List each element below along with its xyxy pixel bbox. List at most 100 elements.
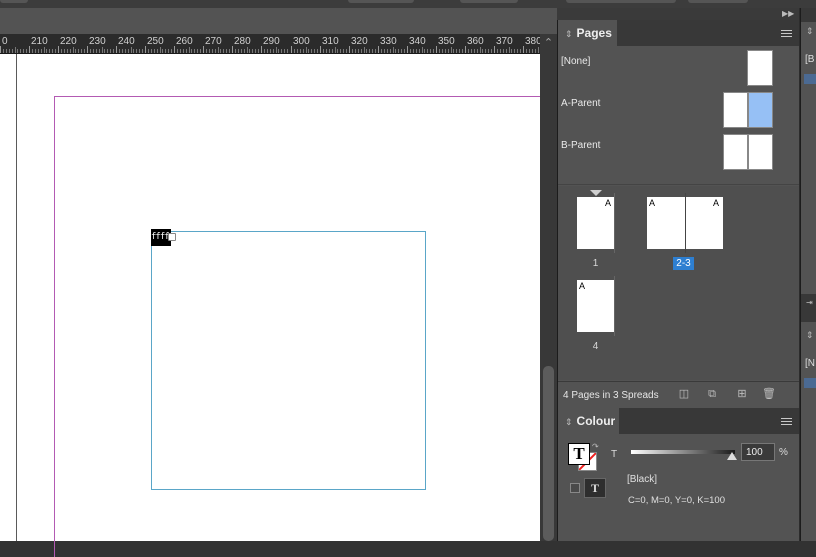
scrollbar-thumb[interactable] [543,366,554,541]
tint-label: T [611,449,618,460]
ruler-label: 260 [176,36,193,47]
parent-thumbnail-right[interactable] [748,92,773,128]
ruler-minor-tick [387,49,388,53]
panel-collapse-icon[interactable]: ⇕ [806,330,814,341]
ruler-minor-tick [165,49,166,53]
ruler-minor-tick [287,49,288,53]
ruler-minor-tick [514,49,515,53]
ruler-minor-tick [41,49,42,53]
ruler-minor-tick [154,49,155,53]
tab-pages[interactable]: ⇕ Pages [558,20,617,46]
ruler-minor-tick [471,49,472,53]
ruler-minor-tick [67,49,68,53]
ruler-major-tick [407,46,408,53]
tint-slider-track[interactable] [631,450,735,454]
create-new-page-icon[interactable]: ⊞ [734,387,750,401]
edit-page-size-icon[interactable]: ◫ [676,387,692,401]
parent-thumbnail-left[interactable] [723,134,748,170]
ruler-minor-tick [474,49,475,53]
toolbar-handle [566,0,676,3]
fill-text-swatch[interactable]: T [568,443,590,465]
colour-panel-title: Colour [576,414,616,428]
ruler-minor-tick [110,49,111,53]
ruler-minor-tick [529,49,530,53]
collapsed-panel[interactable] [801,322,816,541]
page-thumbnail-1[interactable]: A [577,197,614,249]
ruler-minor-tick [297,49,298,53]
horizontal-ruler[interactable]: 0 210 220 230 240 250 260 270 280 290 300 310 320 330… [0,34,540,54]
ruler-minor-tick [229,49,230,53]
panel-collapse-icon[interactable]: ⇕ [565,417,573,427]
ruler-minor-tick [162,49,163,53]
ruler-major-tick [261,46,262,53]
ruler-minor-tick [395,49,396,53]
ruler-minor-tick [427,49,428,53]
ruler-minor-tick [375,49,376,53]
collapsed-tool-icon[interactable]: ⇥ [806,298,813,307]
panel-collapse-icon[interactable]: ⇕ [565,29,573,39]
delete-page-icon[interactable]: 🗑 [761,387,777,401]
ruler-label: 370 [496,36,513,47]
ruler-minor-tick [355,49,356,53]
collapsed-panel-selection [804,378,816,388]
ruler-minor-tick [364,47,365,53]
ruler-minor-tick [276,47,277,53]
collapse-dock-icon[interactable]: ▶▶ [782,8,796,20]
ruler-minor-tick [75,49,76,53]
swatch-name: [Black] [627,474,658,485]
ruler-minor-tick [81,49,82,53]
ruler-minor-tick [538,47,539,53]
page-number-selected: 2-3 [673,257,694,270]
panel-divider[interactable] [558,184,799,185]
ruler-minor-tick [303,49,304,53]
ruler-minor-tick [200,49,201,53]
swap-fill-stroke-icon[interactable]: ↷ [592,442,599,451]
ruler-minor-tick [462,49,463,53]
ruler-minor-tick [485,49,486,53]
ruler-minor-tick [35,49,36,53]
text-frame-in-port[interactable] [168,233,176,241]
swatch-values: C=0, M=0, Y=0, K=100 [628,495,726,506]
ruler-label: 310 [322,36,339,47]
page-thumbnail-4[interactable]: A [577,280,614,332]
ruler-minor-tick [238,49,239,53]
ruler-minor-tick [482,49,483,53]
toolbar-handle [460,0,518,3]
ruler-minor-tick [366,49,367,53]
ruler-minor-tick [442,49,443,53]
ruler-minor-tick [168,49,169,53]
ruler-minor-tick [526,49,527,53]
ruler-label: 300 [293,36,310,47]
ruler-minor-tick [12,49,13,53]
parent-prefix: A [579,281,586,291]
text-frame[interactable] [151,231,426,490]
ruler-major-tick [145,46,146,53]
ruler-minor-tick [78,49,79,53]
parent-thumbnail-left[interactable] [723,92,748,128]
ruler-minor-tick [404,49,405,53]
ruler-major-tick [523,46,524,53]
apply-to-container-icon[interactable] [570,483,580,493]
ruler-minor-tick [209,49,210,53]
ruler-minor-tick [223,49,224,53]
ruler-minor-tick [424,49,425,53]
apply-to-text-button[interactable]: T [584,478,606,498]
scroll-up-arrow-icon[interactable]: ⌃ [540,34,557,52]
parent-thumbnail-right[interactable] [748,134,773,170]
tint-slider-thumb[interactable] [727,452,737,460]
ruler-minor-tick [215,49,216,53]
ruler-minor-tick [125,49,126,53]
ruler-minor-tick [517,49,518,53]
panel-collapse-icon[interactable]: ⇕ [806,26,814,37]
ruler-label: 270 [205,36,222,47]
tab-colour[interactable]: ⇕ Colour [558,408,619,434]
tint-input[interactable]: 100 [741,443,775,461]
ruler-minor-tick [361,49,362,53]
pasteboard[interactable] [0,54,17,541]
ruler-minor-tick [104,49,105,53]
ruler-minor-tick [183,49,184,53]
new-parent-icon[interactable]: ⧉ [704,387,720,401]
ruler-minor-tick [131,47,132,53]
ruler-minor-tick [398,49,399,53]
parent-thumbnail[interactable] [747,50,773,86]
